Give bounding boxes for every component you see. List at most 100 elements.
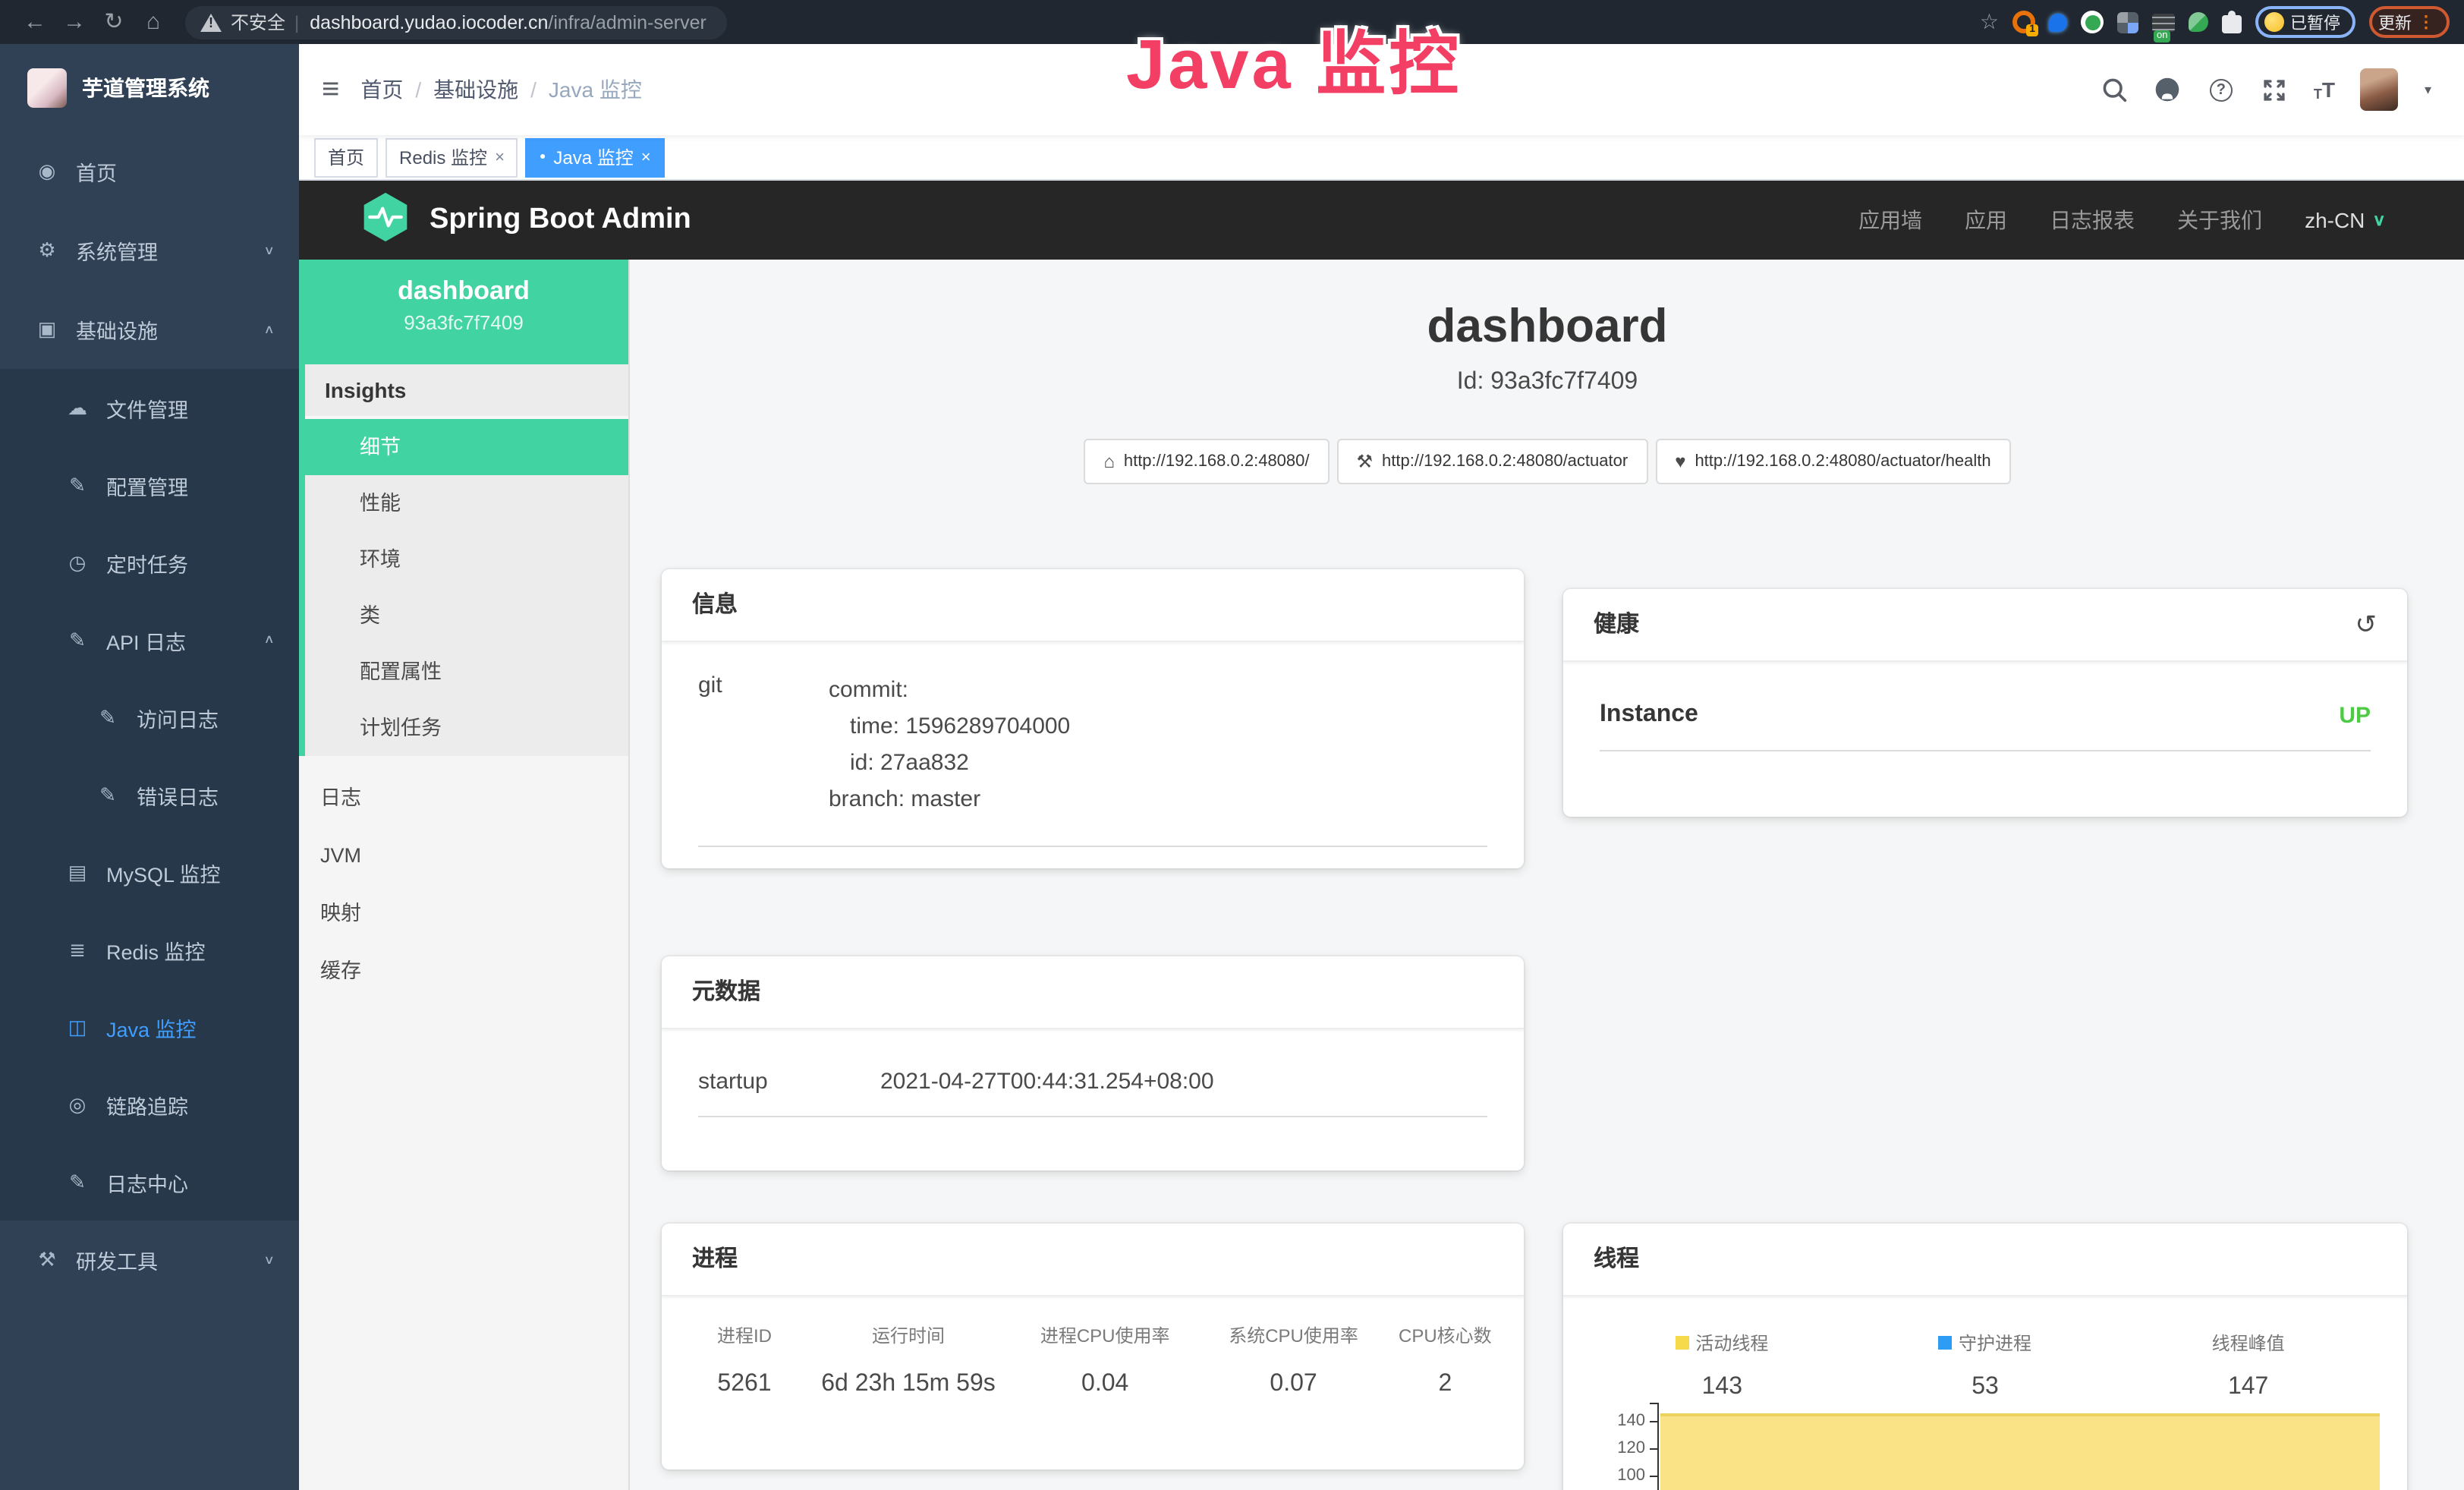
tab-redis-monitor[interactable]: Redis 监控 × — [385, 137, 518, 177]
sidebar-item-dev-tools[interactable]: ⚒ 研发工具 ∨ — [0, 1221, 299, 1299]
health-url-button[interactable]: ♥ http://192.168.0.2:48080/actuator/heal… — [1655, 439, 2010, 484]
service-url-button[interactable]: ⌂ http://192.168.0.2:48080/ — [1084, 439, 1329, 484]
history-icon[interactable]: ↺ — [2355, 612, 2377, 638]
close-icon[interactable]: × — [641, 148, 651, 166]
sidebar-item-system[interactable]: ⚙ 系统管理 ∨ — [0, 211, 299, 290]
tab-java-monitor[interactable]: ● Java 监控 × — [526, 137, 665, 177]
extension-icon[interactable] — [2081, 11, 2104, 33]
card-title: 元数据 — [692, 956, 760, 1029]
close-icon[interactable]: × — [495, 148, 505, 166]
menu-item-environment[interactable]: 环境 — [305, 531, 628, 587]
sidebar-item-label: 日志中心 — [106, 1167, 188, 1197]
update-chrome-button[interactable]: 更新 ⋮ — [2369, 6, 2450, 38]
spring-boot-admin-logo-icon[interactable] — [360, 191, 411, 250]
extension-icon[interactable] — [2049, 13, 2067, 31]
fullscreen-icon[interactable] — [2261, 76, 2288, 103]
sba-nav-applications[interactable]: 应用 — [1965, 205, 2007, 235]
breadcrumb-infra[interactable]: 基础设施 — [433, 74, 518, 105]
menu-item-details[interactable]: 细节 — [305, 419, 628, 475]
app-title: 芋道管理系统 — [82, 73, 209, 103]
extension-icon[interactable]: 1 — [2012, 11, 2035, 33]
address-bar[interactable]: ! 不安全 | dashboard.yudao.iocoder.cn/infra… — [185, 5, 728, 39]
emoji-avatar-icon — [2264, 12, 2284, 32]
sidebar-item-label: Java 监控 — [106, 1012, 197, 1042]
menu-item-classes[interactable]: 类 — [305, 587, 628, 644]
sidebar-item-config-manage[interactable]: ✎ 配置管理 — [0, 446, 299, 524]
reload-icon[interactable]: ↻ — [94, 0, 134, 44]
sidebar-item-api-logs[interactable]: ✎ API 日志 ∧ — [0, 601, 299, 679]
sidebar-item-infra[interactable]: ▣ 基础设施 ∧ — [0, 290, 299, 369]
gear-icon: ⚙ — [33, 238, 61, 263]
tab-home[interactable]: 首页 — [314, 137, 378, 177]
github-icon[interactable] — [2154, 76, 2182, 103]
live-threads-value: 143 — [1591, 1374, 1854, 1401]
menu-item-mappings[interactable]: 映射 — [299, 885, 628, 943]
peak-threads-value: 147 — [2116, 1374, 2380, 1401]
extensions-puzzle-icon[interactable] — [2222, 14, 2242, 33]
sidebar-item-java-monitor[interactable]: ◫ Java 监控 — [0, 988, 299, 1066]
column-header: CPU核心数 — [1388, 1315, 1503, 1357]
menu-item-config-props[interactable]: 配置属性 — [305, 644, 628, 700]
user-avatar[interactable] — [2361, 68, 2399, 111]
y-axis-line — [1657, 1403, 1659, 1490]
back-icon[interactable]: ← — [15, 0, 55, 44]
info-value: commit: time: 1596289704000 id: 27aa832 … — [829, 673, 1070, 818]
language-select[interactable]: zh-CN ∨ — [2305, 208, 2386, 232]
paused-profile-chip[interactable]: 已暂停 — [2255, 6, 2355, 38]
health-instance-row[interactable]: Instance UP — [1563, 662, 2407, 729]
sidebar-item-access-logs[interactable]: ✎ 访问日志 — [0, 679, 299, 756]
user-menu-caret-icon[interactable]: ▾ — [2425, 81, 2431, 98]
breadcrumb-current: Java 监控 — [549, 74, 642, 105]
sba-brand-title[interactable]: Spring Boot Admin — [430, 203, 691, 237]
home-icon[interactable]: ⌂ — [134, 0, 173, 44]
sidebar-item-label: 研发工具 — [76, 1245, 158, 1275]
sidebar-item-file-manage[interactable]: ☁ 文件管理 — [0, 369, 299, 446]
sidebar-item-scheduled-jobs[interactable]: ◷ 定时任务 — [0, 524, 299, 601]
browser-menu-icon[interactable]: ⋮ — [2418, 12, 2434, 32]
actuator-url-button[interactable]: ⚒ http://192.168.0.2:48080/actuator — [1337, 439, 1648, 484]
sba-nav-journal[interactable]: 日志报表 — [2050, 205, 2135, 235]
menu-item-logs[interactable]: 日志 — [299, 770, 628, 827]
help-icon[interactable]: ? — [2208, 76, 2235, 103]
bookmark-star-icon[interactable]: ☆ — [1980, 9, 1999, 35]
url-path: /infra/admin-server — [548, 11, 706, 33]
extension-icon[interactable]: on — [2152, 13, 2175, 31]
search-icon[interactable] — [2101, 76, 2129, 103]
uptime-value: 6d 23h 15m 59s — [806, 1357, 1011, 1412]
menu-item-metrics[interactable]: 性能 — [305, 475, 628, 531]
sidebar-item-log-center[interactable]: ✎ 日志中心 — [0, 1143, 299, 1221]
axis-tick-mark — [1650, 1403, 1657, 1404]
extension-icon[interactable] — [2189, 12, 2208, 32]
metadata-value: 2021-04-27T00:44:31.254+08:00 — [880, 1069, 1214, 1095]
git-branch-line: branch: master — [829, 782, 1070, 818]
menu-item-jvm[interactable]: JVM — [299, 827, 628, 885]
sidebar-item-tracing[interactable]: ◎ 链路追踪 — [0, 1066, 299, 1143]
menu-item-scheduled-tasks[interactable]: 计划任务 — [305, 700, 628, 756]
edit-icon: ✎ — [64, 473, 91, 497]
sidebar-item-error-logs[interactable]: ✎ 错误日志 — [0, 756, 299, 833]
git-commit-line: commit: — [829, 673, 1070, 709]
sidebar-item-label: 定时任务 — [106, 547, 188, 578]
chevron-down-icon: ∨ — [2372, 210, 2386, 229]
sidebar-item-home[interactable]: ◉ 首页 — [0, 132, 299, 211]
sba-nav-about[interactable]: 关于我们 — [2177, 205, 2262, 235]
font-size-icon[interactable]: TT — [2314, 77, 2335, 102]
chevron-up-icon: ∧ — [263, 323, 275, 336]
sidebar-item-label: 首页 — [76, 156, 117, 187]
dashboard-icon: ◉ — [33, 159, 61, 184]
y-axis-tick: 140 — [1594, 1412, 1645, 1430]
collapse-sidebar-icon[interactable]: ≡ — [299, 72, 360, 107]
menu-item-caches[interactable]: 缓存 — [299, 943, 628, 1000]
forward-icon[interactable]: → — [55, 0, 94, 44]
sba-nav-wallboard[interactable]: 应用墙 — [1858, 205, 1922, 235]
breadcrumb-home[interactable]: 首页 — [360, 74, 403, 105]
sidebar-item-mysql-monitor[interactable]: ▤ MySQL 监控 — [0, 833, 299, 911]
database-icon: ▤ — [64, 860, 91, 884]
axis-tick-mark — [1650, 1421, 1657, 1422]
app-logo[interactable]: 芋道管理系统 — [0, 44, 299, 132]
monitor-icon: ▣ — [33, 317, 61, 342]
legend-daemon-threads: 守护进程 — [1854, 1330, 2117, 1356]
extension-icon[interactable] — [2117, 11, 2138, 33]
sidebar-item-redis-monitor[interactable]: ≣ Redis 监控 — [0, 911, 299, 988]
chevron-down-icon: ∨ — [263, 244, 275, 257]
